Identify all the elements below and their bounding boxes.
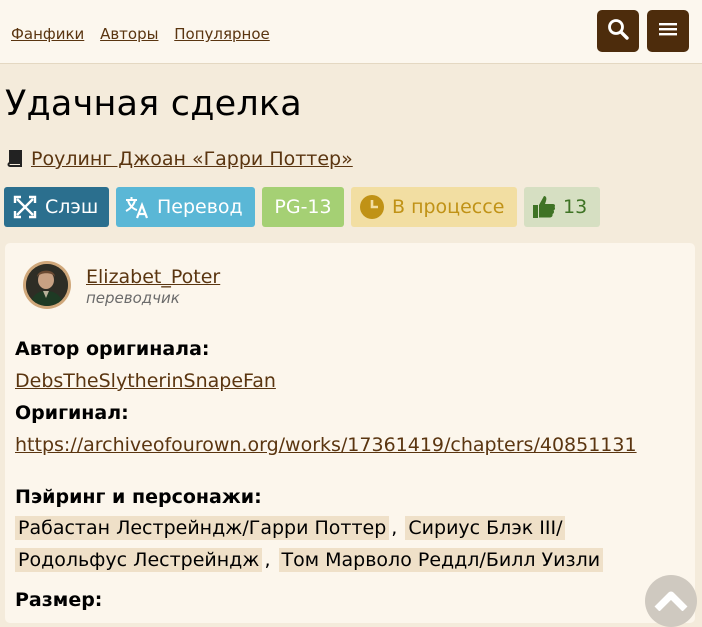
status-label: В процессе	[392, 196, 505, 218]
avatar-image	[26, 264, 68, 306]
pairing-chip[interactable]: Родольфус Лестрейндж	[15, 548, 263, 572]
pairings-line-2: Родольфус Лестрейндж, Том Марволо Реддл/…	[15, 548, 604, 572]
original-author-link[interactable]: DebsTheSlytherinSnapeFan	[15, 370, 276, 392]
direction-label: Слэш	[45, 196, 99, 218]
pairings-line-1: Рабастан Лестрейндж/Гарри Поттер, Сириус…	[15, 516, 566, 540]
status-badge[interactable]: В процессе	[351, 187, 517, 227]
likes-count: 13	[563, 196, 588, 218]
page-title: Удачная сделка	[5, 84, 302, 124]
original-url-link[interactable]: https://archiveofourown.org/works/173614…	[15, 434, 637, 456]
direction-badge[interactable]: Слэш	[4, 187, 109, 227]
menu-button[interactable]	[647, 10, 689, 52]
nav-item-fanfics[interactable]: Фанфики	[11, 25, 84, 43]
search-icon	[607, 18, 629, 44]
pairing-separator: ,	[391, 517, 398, 539]
type-label: Перевод	[157, 196, 243, 218]
pairing-chip[interactable]: Рабастан Лестрейндж/Гарри Поттер	[15, 516, 390, 540]
book-icon	[5, 149, 25, 169]
clock-icon	[359, 194, 385, 220]
slash-cross-icon	[12, 194, 38, 220]
fic-info-card: Elizabet_Poter переводчик Автор оригинал…	[5, 243, 695, 623]
pairings-label: Пэйринг и персонажи:	[15, 486, 262, 508]
nav-item-authors[interactable]: Авторы	[100, 25, 158, 43]
original-author-label: Автор оригинала:	[15, 338, 210, 360]
search-button[interactable]	[597, 10, 639, 52]
translate-icon	[124, 195, 150, 219]
chevron-up-icon	[653, 587, 689, 615]
pairing-separator: ,	[264, 549, 271, 571]
translator-name[interactable]: Elizabet_Poter	[86, 266, 220, 288]
top-bar: Фанфики Авторы Популярное	[0, 0, 702, 64]
rating-label: PG-13	[274, 196, 332, 218]
thumbs-up-icon	[532, 194, 556, 220]
type-badge[interactable]: Перевод	[116, 187, 255, 227]
likes-badge[interactable]: 13	[524, 187, 600, 227]
menu-icon	[658, 21, 678, 41]
translator-role: переводчик	[86, 289, 180, 307]
nav-item-popular[interactable]: Популярное	[174, 25, 270, 43]
fandom-line: Роулинг Джоан «Гарри Поттер»	[5, 148, 353, 170]
rating-badge[interactable]: PG-13	[262, 187, 344, 227]
avatar[interactable]	[23, 261, 71, 309]
original-label: Оригинал:	[15, 402, 129, 424]
main-nav: Фанфики Авторы Популярное	[11, 25, 281, 43]
pairing-chip[interactable]: Сириус Блэк III/	[405, 516, 566, 540]
fandom-link[interactable]: Роулинг Джоан «Гарри Поттер»	[31, 148, 353, 170]
scroll-up-button[interactable]	[645, 575, 697, 627]
pairing-chip[interactable]: Том Марволо Реддл/Билл Уизли	[278, 548, 604, 572]
size-label: Размер:	[15, 589, 103, 611]
